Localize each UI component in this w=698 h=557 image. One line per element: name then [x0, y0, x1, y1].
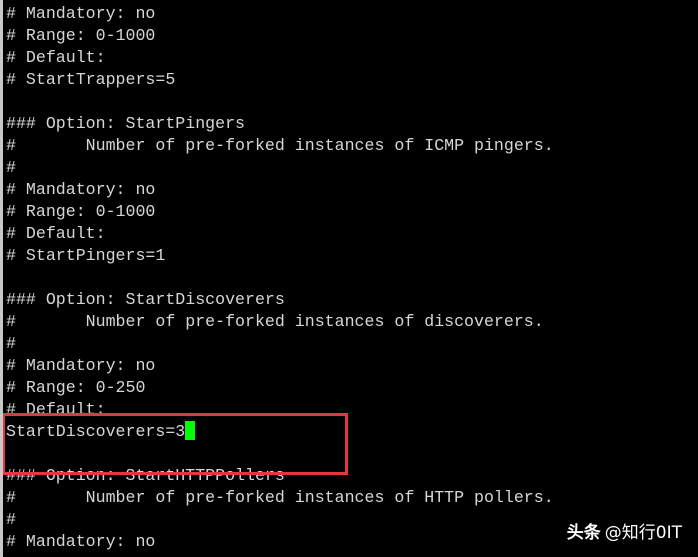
terminal-line: # Mandatory: no — [6, 532, 156, 551]
terminal-line: # Default: — [6, 400, 106, 419]
watermark: 头条 @知行0IT — [567, 518, 682, 543]
terminal-line: # — [6, 334, 16, 353]
terminal-line: # Number of pre-forked instances of HTTP… — [6, 488, 554, 507]
terminal-line: ### Option: StartPingers — [6, 114, 245, 133]
terminal-line: # Number of pre-forked instances of ICMP… — [6, 136, 554, 155]
terminal-line: ### Option: StartDiscoverers — [6, 290, 285, 309]
edited-config-line[interactable]: StartDiscoverers=3 — [6, 421, 554, 443]
terminal-line: # StartPingers=1 — [6, 246, 166, 265]
terminal-line: # Mandatory: no — [6, 180, 156, 199]
terminal-line: # Number of pre-forked instances of disc… — [6, 312, 544, 331]
watermark-handle: @知行0IT — [604, 523, 682, 543]
terminal-line: # Default: — [6, 224, 106, 243]
terminal-line: # Range: 0-250 — [6, 378, 146, 397]
config-value-text: StartDiscoverers=3 — [6, 422, 186, 441]
terminal-line: ### Option: StartHTTPPollers — [6, 466, 285, 485]
watermark-brand: 头条 — [566, 523, 601, 543]
terminal-line: # Mandatory: no — [6, 4, 156, 23]
terminal-line: # — [6, 510, 16, 529]
terminal-line: # Range: 0-1000 — [6, 202, 156, 221]
terminal-line: # Mandatory: no — [6, 356, 156, 375]
terminal-line: # Range: 0-1000 — [6, 26, 156, 45]
terminal-line: # — [6, 158, 16, 177]
terminal-window[interactable]: # Mandatory: no # Range: 0-1000 # Defaul… — [0, 0, 698, 557]
terminal-line: # Default: — [6, 48, 106, 67]
terminal-line: # StartTrappers=5 — [6, 70, 176, 89]
terminal-text: # Mandatory: no # Range: 0-1000 # Defaul… — [6, 3, 554, 553]
text-cursor — [185, 421, 196, 440]
